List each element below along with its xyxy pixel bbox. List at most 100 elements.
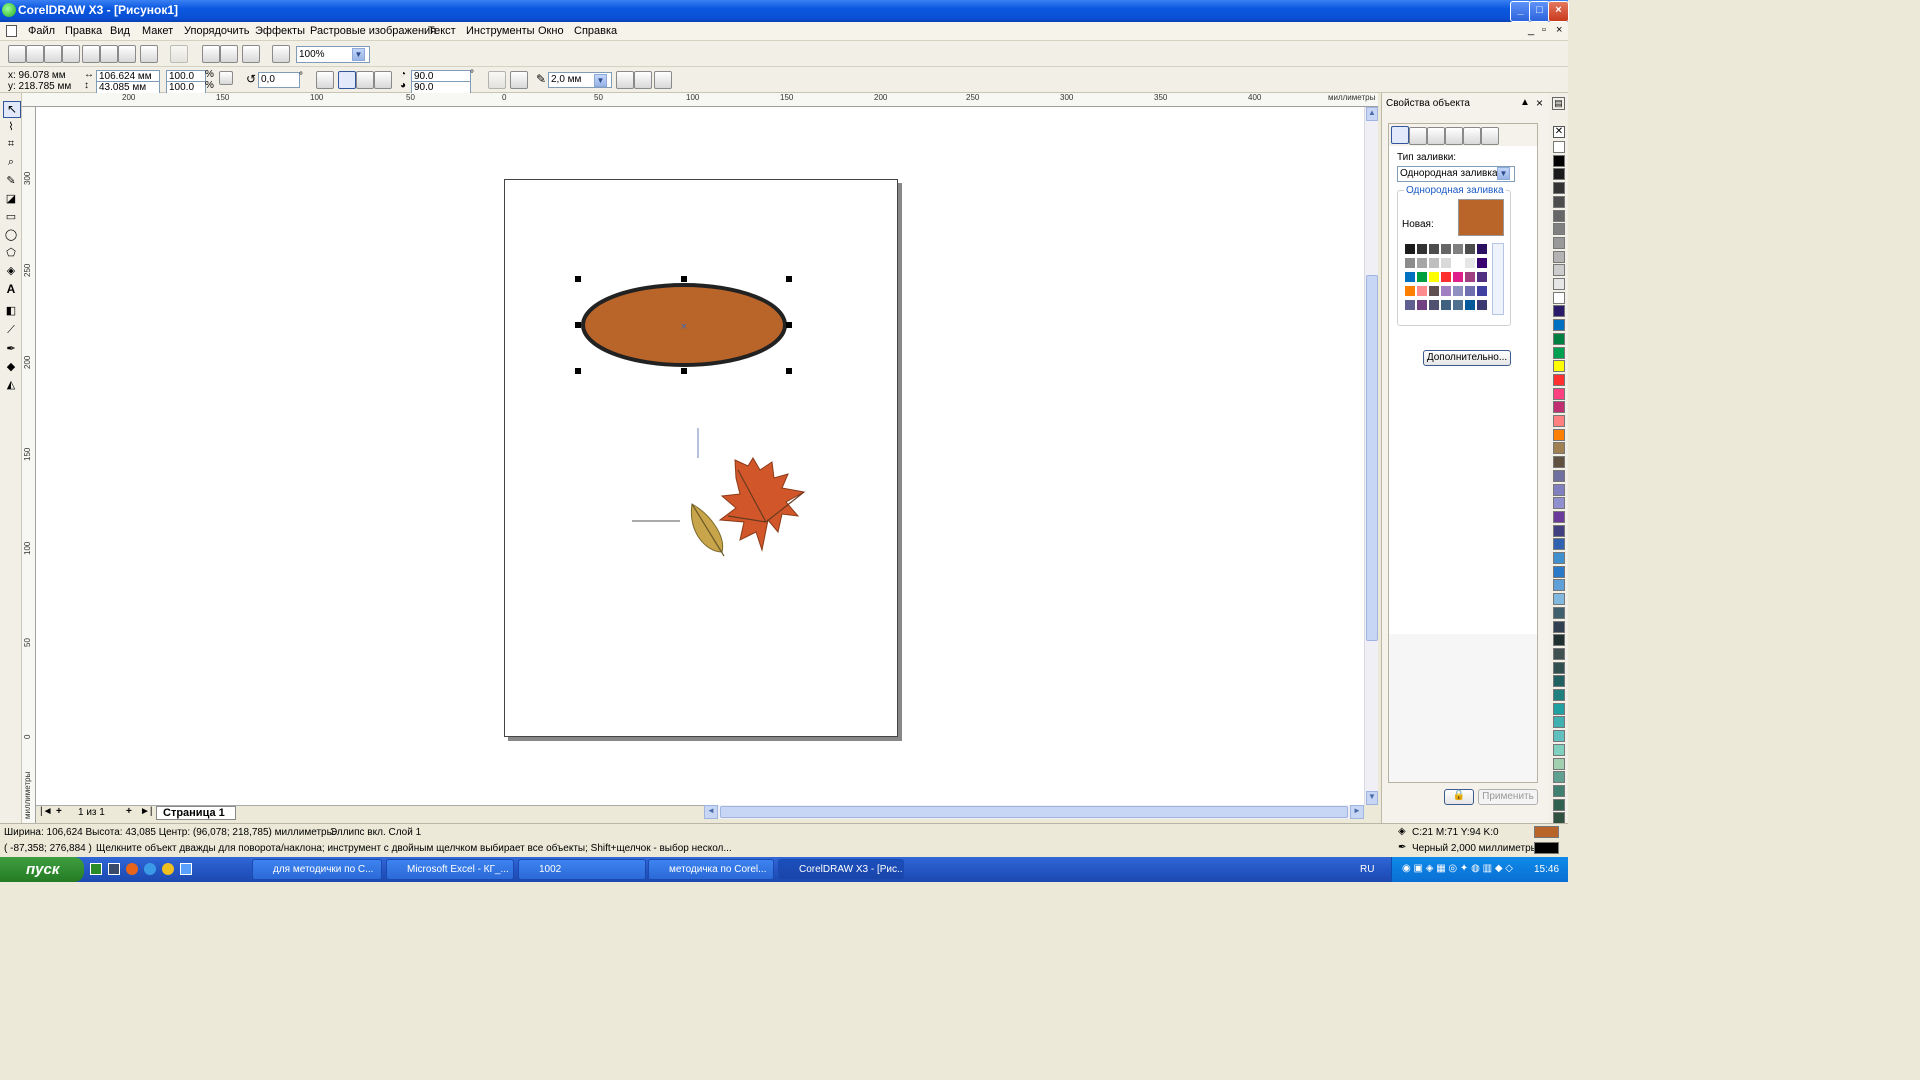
interactive-fill-tool-icon[interactable]: ◭ bbox=[3, 378, 19, 393]
palette-swatch[interactable] bbox=[1553, 483, 1565, 496]
last-page-button[interactable]: ►| bbox=[140, 806, 153, 817]
mini-palette-swatch[interactable] bbox=[1440, 257, 1452, 269]
palette-swatch[interactable] bbox=[1553, 305, 1565, 318]
general-tab-icon[interactable] bbox=[1427, 127, 1445, 145]
palette-swatch[interactable] bbox=[1553, 524, 1565, 537]
palette-swatch[interactable] bbox=[1553, 154, 1565, 167]
eyedropper-tool-icon[interactable]: ⟋ bbox=[3, 324, 19, 339]
scroll-left-arrow[interactable]: ◄ bbox=[704, 805, 718, 819]
wrap-text-icon[interactable] bbox=[510, 71, 528, 89]
mini-palette-swatch[interactable] bbox=[1404, 285, 1416, 297]
mini-palette-swatch[interactable] bbox=[1428, 271, 1440, 283]
palette-swatch[interactable] bbox=[1553, 373, 1565, 386]
import-icon[interactable] bbox=[202, 45, 220, 63]
mini-palette-swatch[interactable] bbox=[1440, 285, 1452, 297]
palette-swatch[interactable] bbox=[1553, 346, 1565, 359]
palette-swatch[interactable] bbox=[1553, 236, 1565, 249]
welcome-screen-icon[interactable] bbox=[272, 45, 290, 63]
apply-button[interactable]: Применить bbox=[1478, 789, 1538, 805]
shape-tool-icon[interactable]: ⌇ bbox=[3, 120, 19, 135]
doc-close-button[interactable]: × bbox=[1556, 24, 1562, 36]
no-color-swatch[interactable]: ✕ bbox=[1553, 126, 1565, 138]
palette-swatch[interactable] bbox=[1553, 552, 1565, 564]
zoom-tool-icon[interactable]: ⌕ bbox=[3, 156, 19, 171]
palette-swatch[interactable] bbox=[1553, 565, 1565, 578]
mini-palette-scrollbar[interactable] bbox=[1492, 243, 1504, 315]
quick-launch-firefox-icon[interactable] bbox=[126, 863, 138, 875]
palette-swatch[interactable] bbox=[1553, 456, 1565, 469]
menu-tools[interactable]: Инструменты bbox=[466, 25, 535, 37]
outline-tool-icon[interactable]: ✒ bbox=[3, 342, 19, 357]
task-word-manual[interactable]: методичка по Corel... bbox=[648, 859, 774, 880]
crop-tool-icon[interactable]: ⌗ bbox=[3, 138, 19, 153]
palette-swatch[interactable] bbox=[1553, 579, 1565, 592]
palette-swatch[interactable] bbox=[1553, 442, 1565, 455]
scroll-up-arrow[interactable]: ▲ bbox=[1366, 107, 1378, 121]
zoom-dropdown-arrow[interactable]: ▼ bbox=[352, 48, 365, 61]
palette-swatch[interactable] bbox=[1553, 223, 1565, 236]
mini-palette-swatch[interactable] bbox=[1452, 257, 1464, 269]
mini-palette-swatch[interactable] bbox=[1416, 257, 1428, 269]
mini-palette-swatch[interactable] bbox=[1464, 299, 1476, 311]
task-excel[interactable]: Microsoft Excel - КГ_... bbox=[386, 859, 514, 880]
palette-swatch[interactable] bbox=[1553, 510, 1565, 523]
undo-icon[interactable] bbox=[140, 45, 158, 63]
outline-tab-icon[interactable] bbox=[1409, 127, 1427, 145]
palette-swatch[interactable] bbox=[1553, 798, 1565, 811]
mini-palette-swatch[interactable] bbox=[1416, 285, 1428, 297]
mini-palette-swatch[interactable] bbox=[1440, 299, 1452, 311]
vertical-scroll-thumb[interactable] bbox=[1366, 275, 1378, 641]
menu-file[interactable]: Файл bbox=[28, 25, 55, 37]
palette-swatch[interactable] bbox=[1553, 360, 1565, 373]
mini-palette-swatch[interactable] bbox=[1464, 285, 1476, 297]
palette-menu-icon[interactable]: ▤ bbox=[1552, 97, 1565, 110]
palette-swatch[interactable] bbox=[1553, 647, 1565, 660]
fill-tab-icon[interactable] bbox=[1391, 126, 1409, 144]
start-button[interactable]: пуск bbox=[0, 857, 84, 882]
internet-tab-icon[interactable] bbox=[1445, 127, 1463, 145]
mini-palette-swatch[interactable] bbox=[1440, 243, 1452, 255]
rotation-field[interactable]: 0,0 bbox=[258, 72, 300, 88]
palette-swatch[interactable] bbox=[1553, 319, 1565, 332]
summary-tab-icon[interactable] bbox=[1463, 127, 1481, 145]
mini-palette-swatch[interactable] bbox=[1416, 243, 1428, 255]
smart-fill-tool-icon[interactable]: ◪ bbox=[3, 192, 19, 207]
menu-help[interactable]: Справка bbox=[574, 25, 617, 37]
palette-swatch[interactable] bbox=[1553, 634, 1565, 647]
yellow-leaf-image[interactable] bbox=[690, 503, 725, 557]
mini-palette-swatch[interactable] bbox=[1464, 271, 1476, 283]
palette-swatch[interactable] bbox=[1553, 620, 1565, 633]
x-position[interactable]: x: 96.078 мм bbox=[6, 70, 80, 81]
text-tool-icon[interactable]: A bbox=[3, 282, 19, 297]
to-back-icon[interactable] bbox=[616, 71, 634, 89]
freehand-tool-icon[interactable]: ✎ bbox=[3, 174, 19, 189]
doc-minimize-button[interactable]: _ bbox=[1528, 24, 1534, 36]
first-page-button[interactable]: |◄ bbox=[40, 806, 53, 817]
palette-swatch[interactable] bbox=[1553, 415, 1565, 427]
mini-palette-swatch[interactable] bbox=[1428, 257, 1440, 269]
quick-launch-ie-icon[interactable] bbox=[144, 863, 156, 875]
quick-launch-icon[interactable] bbox=[162, 863, 174, 875]
palette-swatch[interactable] bbox=[1553, 497, 1565, 510]
menu-window[interactable]: Окно bbox=[538, 25, 564, 37]
menu-text[interactable]: Текст bbox=[428, 25, 456, 37]
menu-view[interactable]: Вид bbox=[110, 25, 130, 37]
minimize-button[interactable]: _ bbox=[1510, 1, 1531, 22]
doc-restore-button[interactable]: ▫ bbox=[1542, 24, 1546, 36]
palette-swatch[interactable] bbox=[1553, 387, 1565, 400]
tray-icons[interactable]: ◉ ▣ ◈ ▦ ◎ ✦ ◍ ▥ ◆ ◇ bbox=[1402, 863, 1513, 874]
palette-swatch[interactable] bbox=[1553, 264, 1565, 277]
palette-swatch[interactable] bbox=[1553, 606, 1565, 619]
mini-palette-swatch[interactable] bbox=[1428, 285, 1440, 297]
maximize-button[interactable]: □ bbox=[1529, 1, 1550, 22]
direction-icon[interactable] bbox=[488, 71, 506, 89]
mini-palette-swatch[interactable] bbox=[1428, 243, 1440, 255]
mini-palette-swatch[interactable] bbox=[1404, 271, 1416, 283]
pick-tool-icon[interactable]: ↖ bbox=[3, 101, 21, 118]
outline-width-dropdown-arrow[interactable]: ▼ bbox=[594, 74, 607, 87]
palette-swatch[interactable] bbox=[1553, 784, 1565, 797]
lock-ratio-icon[interactable] bbox=[219, 71, 233, 85]
save-icon[interactable] bbox=[44, 45, 62, 63]
mini-palette-swatch[interactable] bbox=[1404, 257, 1416, 269]
mini-palette-swatch[interactable] bbox=[1404, 299, 1416, 311]
